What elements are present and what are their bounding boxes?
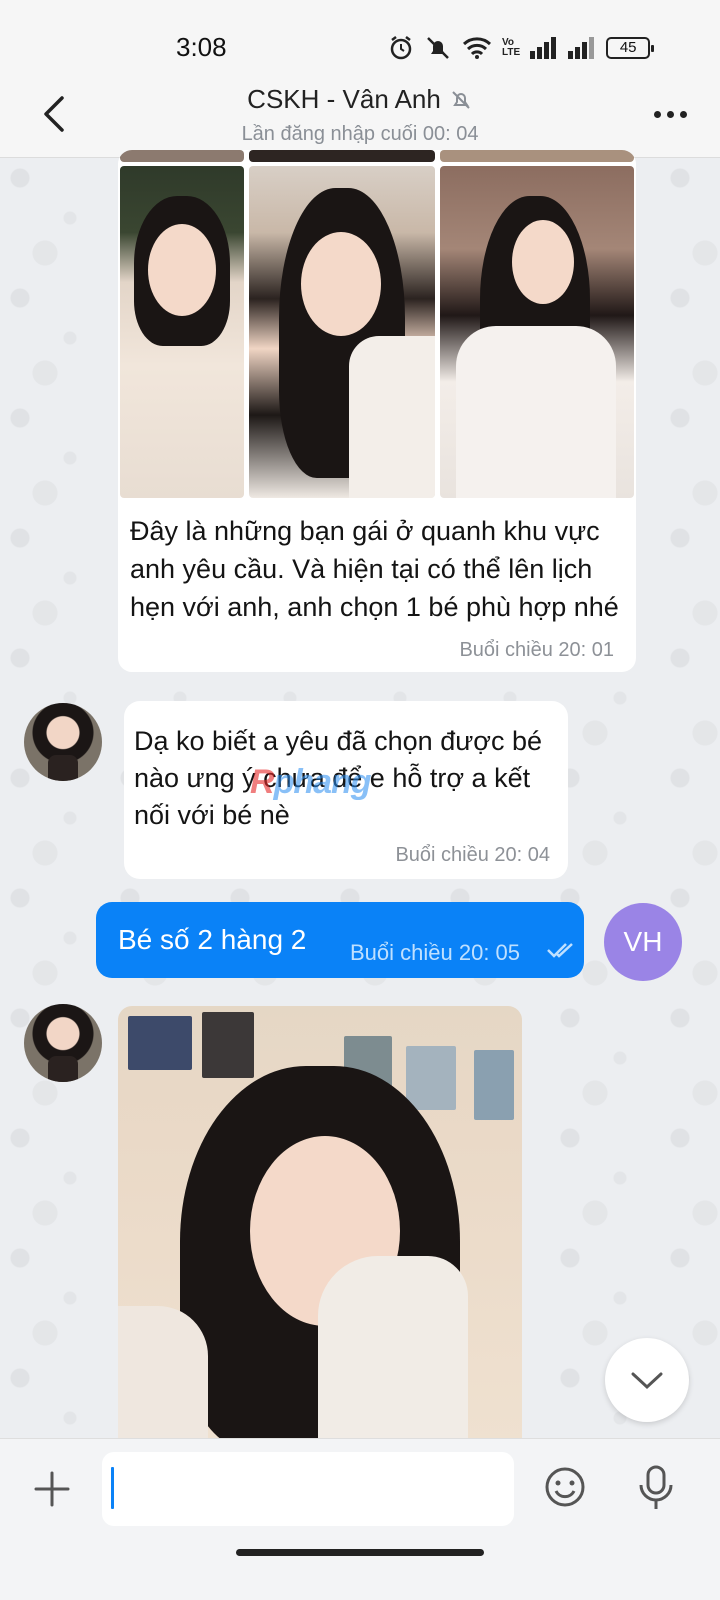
- album-photo-row2-3[interactable]: [440, 166, 634, 498]
- album-message[interactable]: Đây là những bạn gái ở quanh khu vực anh…: [118, 150, 636, 672]
- status-bar: 3:08 Vo LTE 45: [0, 0, 720, 90]
- signal-icon: [530, 37, 557, 59]
- composer: [0, 1438, 720, 1600]
- alarm-icon: [390, 36, 412, 60]
- battery-icon: 45: [606, 37, 655, 59]
- chevron-down-icon: [631, 1372, 663, 1390]
- attach-button[interactable]: [32, 1469, 72, 1509]
- home-indicator[interactable]: [236, 1549, 484, 1556]
- status-icons: Vo LTE 45: [388, 34, 655, 62]
- message-time: Buổi chiều 20: 01: [459, 639, 614, 661]
- emoji-button[interactable]: [543, 1465, 587, 1509]
- scroll-to-bottom-button[interactable]: [605, 1338, 689, 1422]
- incoming-photo[interactable]: [118, 1006, 522, 1446]
- volte-icon: Vo LTE: [502, 37, 521, 58]
- outgoing-message[interactable]: Bé số 2 hàng 2 Buổi chiều 20: 05: [96, 902, 584, 978]
- emoji-icon: [545, 1467, 585, 1507]
- chat-header: CSKH - Vân Anh Lần đăng nhập cuối 00: 04: [0, 78, 720, 158]
- album-photo-row1-3[interactable]: [440, 150, 634, 162]
- album-photo-row1-2[interactable]: [249, 150, 435, 162]
- contact-avatar-2[interactable]: [24, 1004, 102, 1082]
- message-input[interactable]: [102, 1452, 514, 1526]
- message-text: Bé số 2 hàng 2: [118, 924, 307, 955]
- album-photo-row2-1[interactable]: [120, 166, 244, 498]
- watermark-logo: Rphang: [250, 763, 372, 801]
- voice-button[interactable]: [636, 1463, 676, 1513]
- more-icon: [654, 110, 661, 118]
- my-avatar[interactable]: VH: [604, 903, 682, 981]
- double-check-icon: [547, 943, 573, 958]
- wifi-icon: [462, 37, 492, 59]
- last-seen: Lần đăng nhập cuối 00: 04: [241, 123, 479, 145]
- contact-name: CSKH - Vân Anh: [247, 84, 441, 114]
- album-photo-row1-1[interactable]: [120, 150, 244, 162]
- chat-title: CSKH - Vân Anh: [247, 84, 473, 115]
- album-photo-row2-2[interactable]: [249, 166, 435, 498]
- plus-icon: [34, 1471, 70, 1507]
- more-options-button[interactable]: [654, 102, 694, 126]
- message-time: Buổi chiều 20: 05: [350, 940, 521, 965]
- muted-bell-icon: [452, 90, 470, 109]
- status-time: 3:08: [176, 32, 227, 62]
- album-caption: Đây là những bạn gái ở quanh khu vực anh…: [130, 516, 619, 622]
- mute-icon: [427, 37, 449, 59]
- signal-icon-2: [568, 37, 595, 59]
- contact-avatar[interactable]: [24, 703, 102, 781]
- text-cursor: [111, 1467, 114, 1509]
- microphone-icon: [639, 1465, 673, 1509]
- title-block[interactable]: CSKH - Vân Anh Lần đăng nhập cuối 00: 04: [0, 84, 720, 146]
- message-time: Buổi chiều 20: 04: [395, 844, 550, 866]
